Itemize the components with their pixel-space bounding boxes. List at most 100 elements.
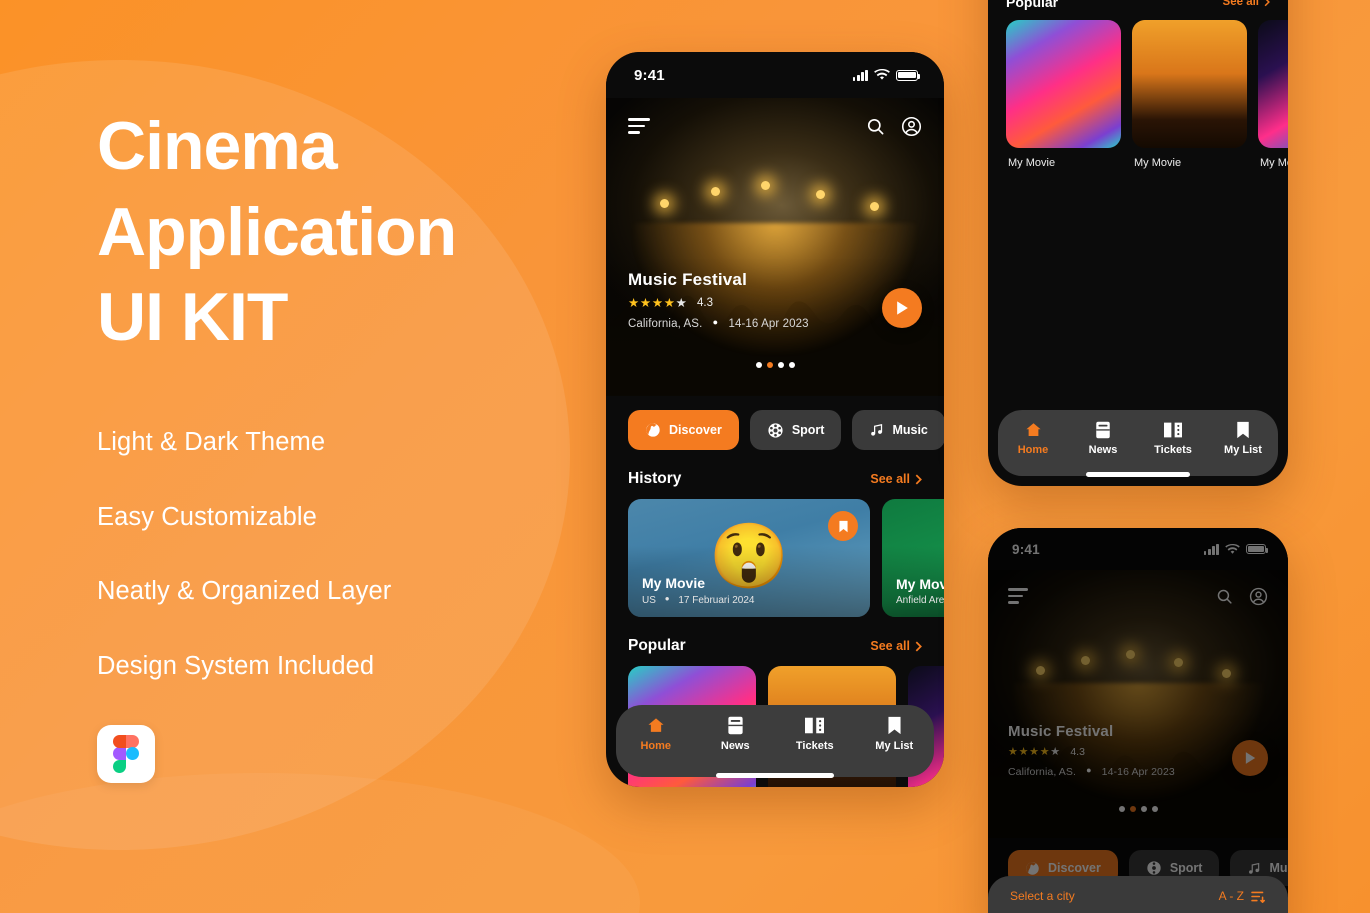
bottom-navigation[interactable]: Home News Tickets My List [998, 410, 1278, 476]
modal-scrim[interactable] [988, 528, 1288, 913]
chevron-right-icon [915, 474, 922, 484]
popular-see-all-link[interactable]: See all [870, 639, 922, 653]
app-header [606, 98, 944, 154]
search-icon[interactable] [866, 117, 885, 136]
headline-line-3: UI KIT [97, 279, 288, 356]
chip-discover[interactable]: Discover [628, 410, 739, 450]
history-card[interactable]: 😲 My Movie US ● 17 Februari 2024 [628, 499, 870, 617]
rating-stars: ★★★★★ [628, 296, 688, 310]
chip-label: Music [892, 423, 928, 437]
nav-label: Home [640, 740, 672, 752]
headline-line-1: Cinema [97, 108, 338, 184]
history-card-meta: US ● 17 Februari 2024 [642, 594, 755, 606]
meta-separator: ● [712, 317, 719, 327]
nav-item-news[interactable]: News [1071, 421, 1135, 456]
history-section-header: History See all [606, 450, 944, 499]
news-book-icon [728, 716, 743, 735]
popular-card[interactable]: My Movie [1132, 20, 1247, 169]
bookmark-icon [1237, 421, 1249, 439]
popular-card[interactable]: My Movie [1258, 20, 1288, 169]
battery-full-icon [896, 69, 920, 81]
football-icon [768, 422, 783, 438]
popular-card[interactable]: My Movie [1006, 20, 1121, 169]
nav-label: Tickets [1154, 444, 1192, 456]
nav-label: News [720, 740, 750, 752]
headline-line-2: Application [97, 193, 457, 270]
nav-item-news[interactable]: News [703, 716, 767, 752]
nav-label: My List [1224, 444, 1262, 456]
popular-thumbnail [1258, 20, 1288, 148]
home-icon [648, 718, 664, 732]
promo-panel: Cinema Application UI KIT Light & Dark T… [97, 104, 577, 784]
signal-bars-icon [852, 69, 868, 81]
feature-item: Light & Dark Theme [97, 428, 326, 457]
sort-icon [1251, 891, 1265, 903]
home-icon [1025, 423, 1041, 436]
chip-sport[interactable]: Sport [749, 410, 842, 450]
nav-item-home[interactable]: Home [1001, 421, 1065, 456]
city-picker-sheet: Select a city A - Z Bristol [988, 876, 1288, 913]
bottom-navigation[interactable]: Home News Tickets My List [616, 705, 934, 777]
chip-music[interactable]: Music [852, 410, 944, 450]
nav-label: Home [1017, 444, 1049, 456]
home-indicator [716, 773, 834, 778]
nav-item-my-list[interactable]: My List [1211, 421, 1275, 456]
feature-item: Neatly & Organized Layer [97, 577, 392, 606]
popular-card-label: My Movie [1134, 157, 1182, 169]
status-bar: 9:41 [606, 52, 944, 98]
nav-item-my-list[interactable]: My List [862, 716, 926, 752]
hero-title: Music Festival [628, 270, 748, 289]
hero-date: 14-16 Apr 2023 [728, 318, 809, 330]
home-indicator [1086, 472, 1190, 477]
hero-location: California, AS. [628, 318, 703, 330]
nav-label: News [1088, 444, 1118, 456]
chip-label: Discover [669, 423, 722, 437]
nav-label: My List [875, 740, 914, 752]
chevron-right-icon [915, 641, 922, 651]
sort-control[interactable]: A - Z [1219, 889, 1266, 903]
popular-section-header: Popular See all [606, 617, 944, 666]
history-card-row[interactable]: 😲 My Movie US ● 17 Februari 2024 [606, 499, 944, 617]
phone-mockup-lists: Discover Sport Music [988, 0, 1288, 486]
hero-banner[interactable]: Music Festival ★★★★★ 4.3 California, AS.… [606, 98, 944, 396]
nav-item-tickets[interactable]: Tickets [783, 716, 847, 752]
popular-card-row[interactable]: My Movie My Movie My Movie [988, 20, 1288, 169]
popular-title: Popular [628, 637, 686, 654]
phone-mockup-home: 9:41 Music Festival ★ ★ ★ ★ ★ 4.3 Califo… [606, 52, 944, 787]
history-card-country: US [642, 595, 656, 606]
bookmark-icon [838, 520, 848, 532]
history-card-meta: Anfield Arena [896, 595, 944, 606]
nav-item-home[interactable]: Home [624, 716, 688, 752]
category-chip-row[interactable]: Discover Sport Music [606, 396, 944, 450]
see-all-label: See all [1222, 0, 1259, 8]
history-see-all-link[interactable]: See all [870, 472, 922, 486]
ticket-icon [805, 717, 825, 734]
bookmark-icon [888, 716, 901, 735]
play-icon [896, 301, 908, 315]
hero-meta: California, AS. ● 14-16 Apr 2023 [628, 317, 809, 330]
bookmark-button[interactable] [828, 511, 858, 541]
history-title: History [628, 470, 682, 487]
play-button[interactable] [882, 288, 922, 328]
hamburger-menu-icon[interactable] [628, 118, 650, 134]
sheet-label: Select a city [1010, 889, 1075, 903]
music-note-icon [871, 423, 883, 436]
popular-card-label: My Movie [1008, 157, 1056, 169]
feature-list: Light & Dark Theme Easy Customizable Nea… [97, 427, 577, 681]
popular-see-all-link[interactable]: See all [1223, 0, 1270, 8]
hero-info: Music Festival ★★★★★ 4.3 California, AS.… [628, 270, 809, 330]
figma-logo-icon [97, 725, 155, 784]
history-card-title: My Movie [896, 576, 944, 592]
popular-card-label: My Movie [1260, 157, 1288, 169]
history-card-title: My Movie [642, 575, 706, 591]
popular-section-header: Popular See all [988, 0, 1288, 20]
feature-item: Easy Customizable [97, 502, 317, 531]
popular-thumbnail [1006, 20, 1121, 148]
chip-label: Sport [791, 423, 825, 437]
wifi-icon [874, 69, 890, 80]
carousel-indicator[interactable] [606, 362, 944, 368]
account-circle-icon[interactable] [901, 116, 922, 137]
feature-item: Design System Included [97, 651, 375, 680]
nav-item-tickets[interactable]: Tickets [1141, 421, 1205, 456]
history-card[interactable]: My Movie Anfield Arena [882, 499, 944, 617]
